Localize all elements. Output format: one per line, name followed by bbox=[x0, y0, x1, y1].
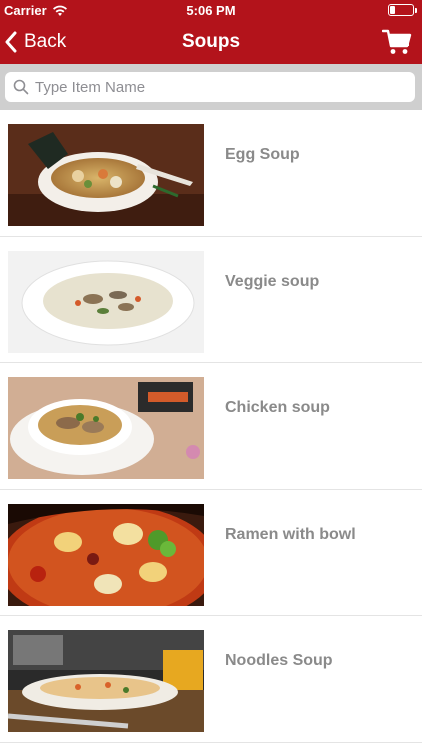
noodles-soup-image bbox=[8, 630, 204, 732]
cart-icon bbox=[381, 29, 412, 54]
item-label: Veggie soup bbox=[225, 272, 320, 290]
item-label: Noodles Soup bbox=[225, 652, 333, 669]
veggie-soup-image bbox=[8, 250, 204, 353]
search-bar bbox=[0, 64, 422, 110]
list-item[interactable]: Ramen with bowl bbox=[0, 490, 422, 616]
item-label: Ramen with bowl bbox=[225, 525, 356, 543]
item-label: Egg Soup bbox=[225, 146, 300, 163]
status-bar: Carrier 5:06 PM bbox=[0, 0, 422, 20]
list-item[interactable]: Chicken soup bbox=[0, 363, 422, 490]
search-icon bbox=[13, 79, 29, 95]
page-title: Soups bbox=[181, 31, 241, 52]
chicken-soup-image bbox=[8, 377, 204, 479]
list-item[interactable]: Veggie soup bbox=[0, 237, 422, 363]
list-item[interactable]: Noodles Soup bbox=[0, 616, 422, 743]
search-box[interactable] bbox=[5, 72, 415, 102]
status-time: 5:06 PM bbox=[186, 3, 236, 18]
search-input[interactable] bbox=[29, 72, 415, 102]
list-item[interactable]: Egg Soup bbox=[0, 110, 422, 237]
cart-button[interactable] bbox=[381, 28, 412, 56]
navigation-bar: Back Soups bbox=[0, 20, 422, 64]
soup-list: Egg Soup Veggie soup Chicken soup Ramen … bbox=[0, 110, 422, 743]
battery-icon bbox=[388, 4, 417, 16]
item-label: Chicken soup bbox=[225, 399, 330, 416]
egg-soup-image bbox=[8, 124, 204, 226]
ramen-bowl-image bbox=[8, 503, 204, 606]
top-bar: Carrier 5:06 PM Back Soups bbox=[0, 0, 422, 64]
